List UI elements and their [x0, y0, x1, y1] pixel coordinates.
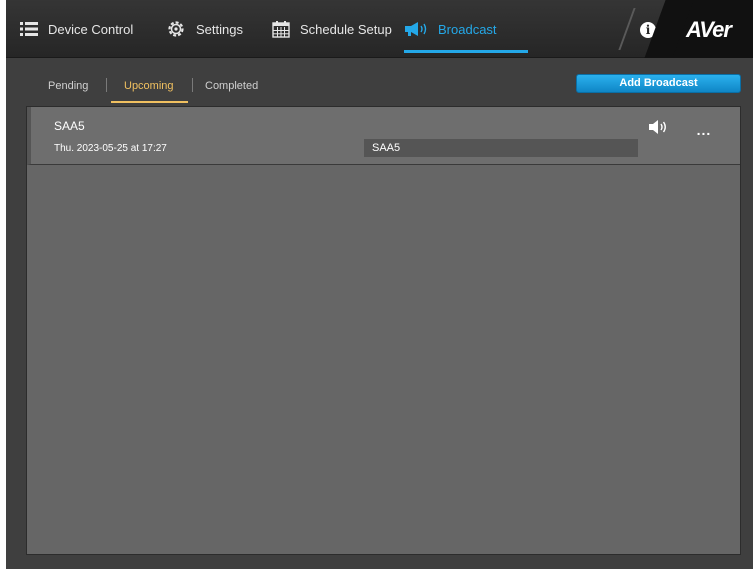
app-window: Device Control Settings Schedule Setup B…: [6, 0, 753, 569]
tab-active-underline: [111, 101, 188, 103]
broadcast-title: SAA5: [54, 119, 85, 133]
nav-broadcast-label: Broadcast: [438, 21, 497, 37]
broadcast-date: Thu. 2023-05-25 at 17:27: [54, 143, 167, 154]
nav-divider: [618, 8, 636, 50]
nav-settings-label: Settings: [196, 21, 243, 37]
aver-logo: AVer: [686, 17, 732, 42]
tab-upcoming[interactable]: Upcoming: [124, 80, 174, 92]
megaphone-icon: [404, 21, 428, 37]
nav-device-control-label: Device Control: [48, 21, 134, 37]
speaker-icon[interactable]: [648, 119, 668, 135]
calendar-icon: [272, 20, 290, 38]
nav-schedule-setup-label: Schedule Setup: [300, 21, 392, 37]
gear-icon: [166, 19, 186, 39]
more-options-icon[interactable]: ...: [694, 123, 714, 137]
tab-separator: [192, 78, 193, 92]
add-broadcast-button[interactable]: Add Broadcast: [576, 74, 741, 93]
nav-active-indicator: [404, 50, 528, 53]
list-menu-icon: [20, 22, 38, 36]
top-navigation-bar: Device Control Settings Schedule Setup B…: [6, 0, 753, 58]
broadcast-message: SAA5: [364, 139, 638, 157]
broadcast-list-panel: SAA5 Thu. 2023-05-25 at 17:27 SAA5 ...: [26, 106, 741, 555]
nav-settings[interactable]: Settings: [166, 0, 243, 58]
tab-separator: [106, 78, 107, 92]
tab-pending[interactable]: Pending: [48, 80, 88, 92]
broadcast-row[interactable]: SAA5 Thu. 2023-05-25 at 17:27 SAA5 ...: [27, 107, 740, 165]
nav-device-control[interactable]: Device Control: [20, 0, 133, 58]
tab-completed[interactable]: Completed: [205, 80, 258, 92]
nav-schedule-setup[interactable]: Schedule Setup: [272, 0, 392, 58]
broadcast-tabs: Pending Upcoming Completed Add Broadcast: [6, 58, 753, 106]
